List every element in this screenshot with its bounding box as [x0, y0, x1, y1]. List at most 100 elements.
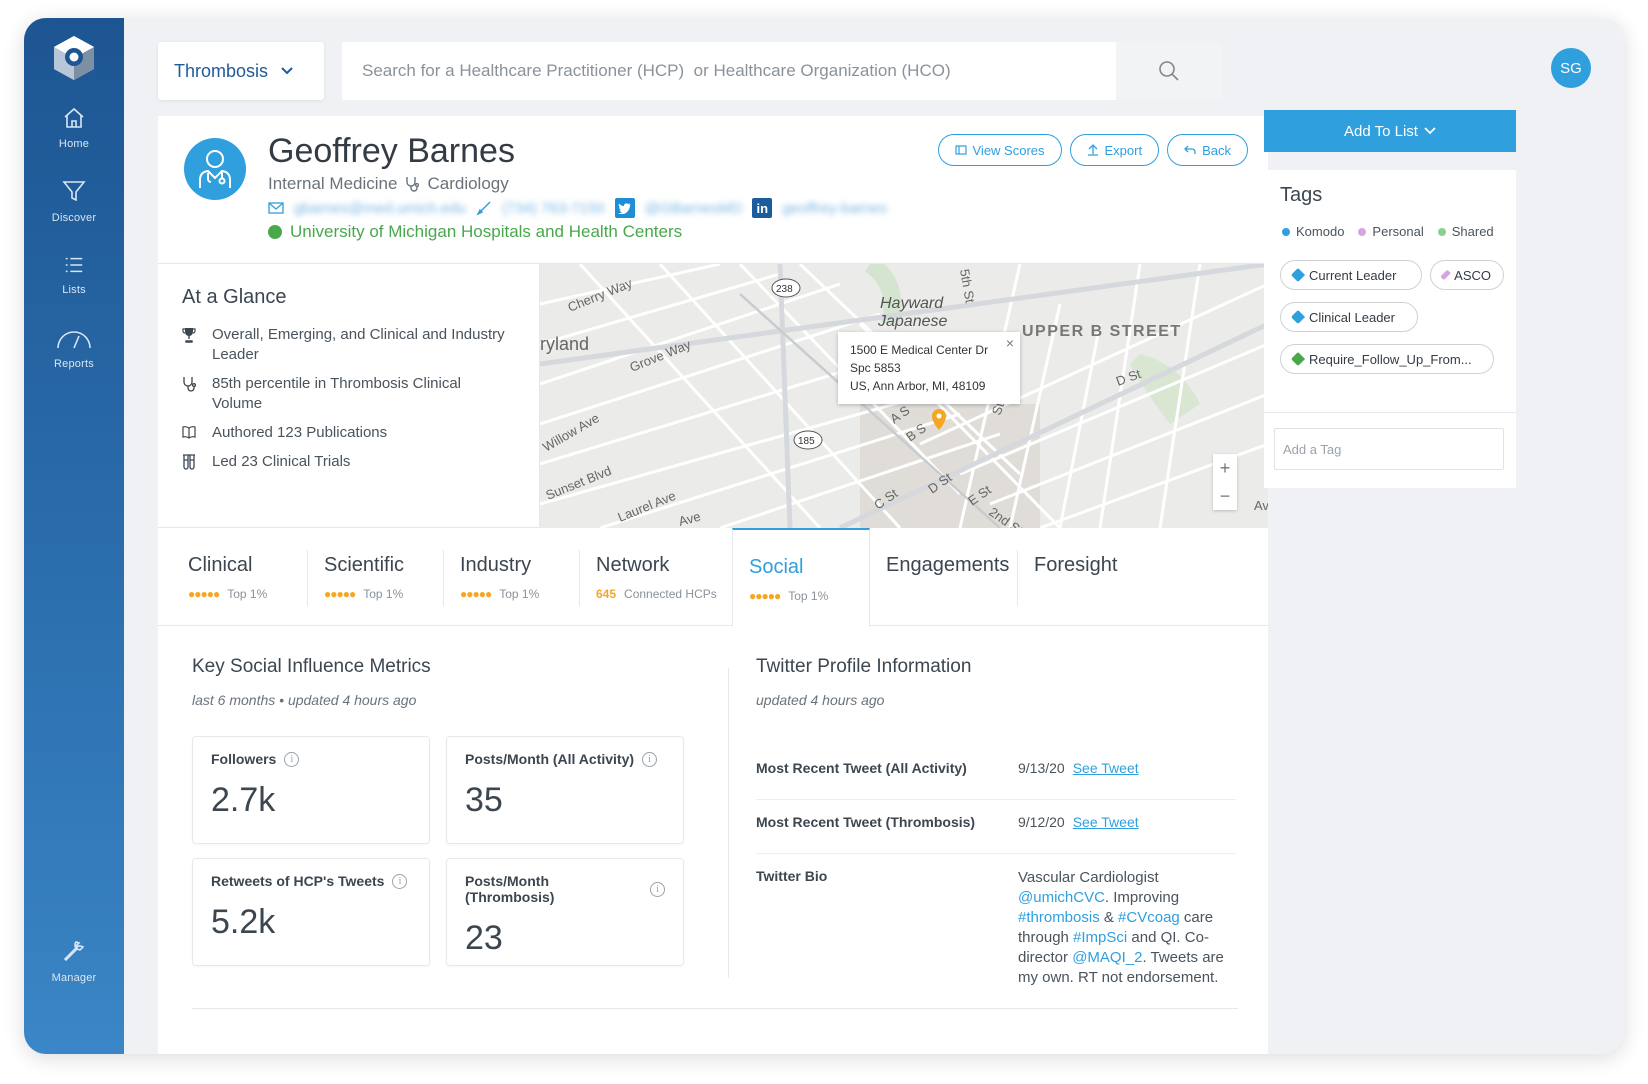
search-bar — [342, 42, 1222, 100]
hcp-name: Geoffrey Barnes — [268, 132, 515, 170]
nav-home-label: Home — [58, 138, 90, 150]
twitter-link[interactable]: @GBarnesMD — [645, 200, 743, 217]
organization-line: University of Michigan Hospitals and Hea… — [268, 222, 682, 242]
topic-select[interactable]: Thrombosis — [158, 42, 324, 100]
nav-discover[interactable]: Discover — [24, 178, 124, 226]
phone-link[interactable]: (734) 763-7150 — [502, 200, 605, 217]
tab-social[interactable]: Social ●●●●● Top 1% — [732, 528, 870, 627]
app-window: Home Discover Lists Reports Manager Thro… — [24, 18, 1624, 1054]
tab-engagements[interactable]: Engagements — [870, 528, 1018, 626]
nav-reports[interactable]: Reports — [24, 326, 124, 372]
address-popup: × 1500 E Medical Center Dr Spc 5853 US, … — [838, 332, 1020, 404]
address-line: US, Ann Arbor, MI, 48109 — [850, 379, 986, 393]
bio-text: . Improving — [1104, 889, 1180, 906]
network-count: 645 — [596, 587, 617, 601]
search-input[interactable] — [342, 42, 1116, 100]
map-label: Av — [1254, 498, 1268, 513]
doctor-icon — [199, 150, 231, 188]
close-icon[interactable]: × — [1006, 334, 1014, 352]
trophy-icon — [182, 328, 196, 343]
chevron-down-icon — [1424, 127, 1436, 135]
nav-home[interactable]: Home — [24, 106, 124, 152]
rating-dots: ●●●●● — [188, 587, 220, 601]
view-scores-label: View Scores — [972, 142, 1045, 158]
see-tweet-link[interactable]: See Tweet — [1073, 814, 1139, 830]
mention-link[interactable]: @MAQI_2 — [1072, 949, 1142, 966]
glance-item: Led 23 Clinical Trials — [182, 452, 515, 472]
address-line: Spc 5853 — [850, 361, 901, 375]
address-line: 1500 E Medical Center Dr — [850, 343, 989, 357]
tag-chip[interactable]: Clinical Leader — [1280, 302, 1418, 332]
test-tubes-icon — [183, 454, 195, 470]
hashtag-link[interactable]: #CVcoag — [1118, 909, 1180, 926]
rating-dots: ●●●●● — [749, 589, 781, 603]
app-logo[interactable] — [50, 34, 98, 82]
search-button[interactable] — [1116, 42, 1222, 100]
profile-header: Geoffrey Barnes Internal Medicine Cardio… — [158, 116, 1268, 264]
header-actions: View Scores Export Back — [937, 134, 1248, 166]
add-tag-input[interactable] — [1274, 428, 1504, 470]
legend-label: Personal — [1372, 224, 1424, 239]
twitter-bio-row: Twitter Bio Vascular Cardiologist @umich… — [756, 868, 1236, 998]
tab-scientific[interactable]: Scientific ●●●●● Top 1% — [308, 528, 444, 626]
nav-reports-label: Reports — [54, 358, 94, 370]
back-label: Back — [1202, 142, 1231, 158]
stethoscope-icon — [406, 177, 420, 192]
tags-legend: Komodo Personal Shared — [1282, 224, 1494, 239]
zoom-out-button[interactable]: − — [1213, 482, 1237, 510]
glance-title: At a Glance — [182, 286, 287, 308]
info-icon[interactable]: i — [650, 881, 665, 897]
hashtag-link[interactable]: #thrombosis — [1018, 909, 1100, 926]
tag-label: ASCO — [1454, 267, 1491, 283]
email-link[interactable]: gbarnes@med.umich.edu — [294, 200, 466, 217]
list-icon — [65, 257, 83, 273]
stethoscope-icon — [183, 377, 196, 392]
back-arrow-icon — [1184, 145, 1196, 154]
tab-foresight[interactable]: Foresight — [1018, 528, 1158, 626]
wrench-icon — [63, 941, 85, 962]
organization-link[interactable]: University of Michigan Hospitals and Hea… — [290, 222, 682, 242]
back-button[interactable]: Back — [1167, 134, 1248, 166]
tab-network[interactable]: Network 645 Connected HCPs — [580, 528, 730, 626]
twitter-row-label: Most Recent Tweet (All Activity) — [756, 760, 967, 776]
metrics-title: Key Social Influence Metrics — [192, 656, 431, 677]
metric-value: 2.7k — [211, 781, 276, 819]
tab-rank: Top 1% — [499, 587, 540, 601]
see-tweet-link[interactable]: See Tweet — [1073, 760, 1139, 776]
specialty-primary: Internal Medicine — [268, 174, 398, 193]
export-label: Export — [1104, 142, 1143, 158]
legend-label: Komodo — [1296, 224, 1345, 239]
view-scores-button[interactable]: View Scores — [937, 134, 1062, 166]
tab-label: Social — [749, 556, 804, 578]
user-avatar[interactable]: SG — [1551, 48, 1591, 88]
gauge-icon — [57, 331, 91, 349]
hashtag-link[interactable]: #ImpSci — [1073, 929, 1127, 946]
info-icon[interactable]: i — [642, 751, 658, 767]
nav-manager[interactable]: Manager — [24, 938, 124, 986]
tweet-date: 9/13/20 — [1018, 760, 1065, 776]
social-metrics: Key Social Influence Metrics last 6 mont… — [192, 656, 712, 708]
tag-label: Clinical Leader — [1309, 309, 1395, 325]
network-count-label: Connected HCPs — [624, 587, 717, 601]
nav-lists[interactable]: Lists — [24, 254, 124, 298]
tag-icon — [1290, 309, 1306, 325]
tab-industry[interactable]: Industry ●●●●● Top 1% — [444, 528, 580, 626]
export-button[interactable]: Export — [1069, 134, 1160, 166]
sidebar: Home Discover Lists Reports Manager — [24, 18, 124, 1054]
tag-chip[interactable]: ASCO — [1430, 260, 1504, 290]
organization-icon — [268, 225, 282, 239]
tag-chip[interactable]: Current Leader — [1280, 260, 1422, 290]
tab-clinical[interactable]: Clinical ●●●●● Top 1% — [172, 528, 308, 626]
add-to-list-button[interactable]: Add To List — [1264, 110, 1516, 152]
mention-link[interactable]: @umichCVC — [1018, 889, 1105, 906]
zoom-in-button[interactable]: + — [1213, 454, 1237, 482]
twitter-row-label: Most Recent Tweet (Thrombosis) — [756, 814, 976, 830]
info-icon[interactable]: i — [284, 751, 300, 767]
map-label: Hayward — [880, 295, 944, 312]
tag-chip[interactable]: Require_Follow_Up_From... — [1280, 344, 1494, 374]
map-label: Japanese — [877, 313, 947, 330]
metric-card-followers: Followers i 2.7k — [192, 736, 430, 844]
location-map[interactable]: Cherry Way ryland Grove Way Willow Ave S… — [540, 264, 1268, 528]
linkedin-link[interactable]: geoffrey-barnes — [782, 200, 887, 217]
info-icon[interactable]: i — [392, 873, 408, 889]
